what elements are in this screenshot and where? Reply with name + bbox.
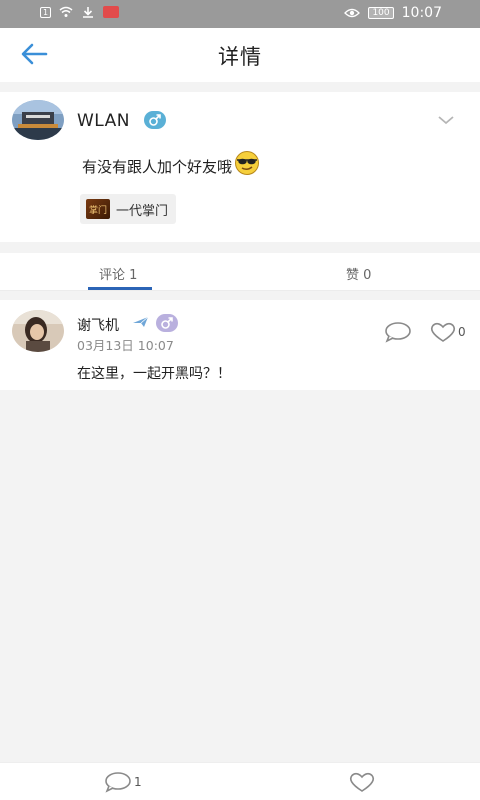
post-content: 有没有跟人加个好友哦 (82, 150, 260, 177)
tab-bar: 评论 1 赞 0 (0, 253, 480, 291)
tab-comments[interactable]: 评论 1 (99, 264, 137, 283)
status-bar: 1 100 10:07 (0, 0, 480, 28)
tab-active-indicator (88, 287, 152, 290)
group-logo: 掌门 (86, 199, 110, 219)
sunglasses-emoji (235, 150, 260, 175)
status-time: 10:07 (401, 5, 442, 21)
gender-icon (156, 314, 178, 332)
bottom-action-bar: 1 (0, 762, 480, 800)
male-icon (144, 111, 166, 129)
post-author-avatar[interactable] (12, 100, 64, 140)
post-text: 有没有跟人加个好友哦 (82, 158, 233, 176)
heart-icon[interactable] (428, 321, 458, 343)
group-tag[interactable]: 掌门 一代掌门 (80, 194, 177, 224)
page-title: 详情 (218, 45, 262, 69)
comment-count: 1 (134, 775, 142, 789)
group-tag-label: 一代掌门 (116, 203, 169, 219)
header: 详情 (0, 28, 480, 82)
tab-likes[interactable]: 赞 0 (346, 264, 371, 283)
heart-icon[interactable] (347, 771, 377, 793)
eye-icon (344, 8, 361, 18)
comment-timestamp: 03月13日 10:07 (77, 338, 174, 353)
battery-icon: 100 (368, 7, 394, 19)
commenter-avatar[interactable] (12, 310, 64, 352)
huawei-icon (103, 6, 120, 18)
comment-text: 在这里，一起开黑吗？！ (77, 366, 231, 382)
comment-bubble-icon[interactable] (383, 320, 413, 344)
post-author-name[interactable]: WLAN (77, 111, 130, 131)
commenter-name[interactable]: 谢飞机 (77, 315, 119, 335)
comment-bubble-icon[interactable] (103, 771, 133, 793)
download-icon (83, 7, 94, 18)
airplane-icon (133, 316, 149, 327)
sim-icon: 1 (40, 6, 52, 18)
comment-item: 谢飞机 03月13日 10:07 0 在这里，一起开黑吗？！ (0, 300, 480, 390)
wifi-icon (59, 6, 73, 17)
comment-like-count: 0 (458, 325, 466, 339)
post-card: WLAN 有没有跟人加个好友哦 掌门 一代掌门 (0, 92, 480, 242)
chevron-down-icon[interactable] (436, 114, 456, 126)
